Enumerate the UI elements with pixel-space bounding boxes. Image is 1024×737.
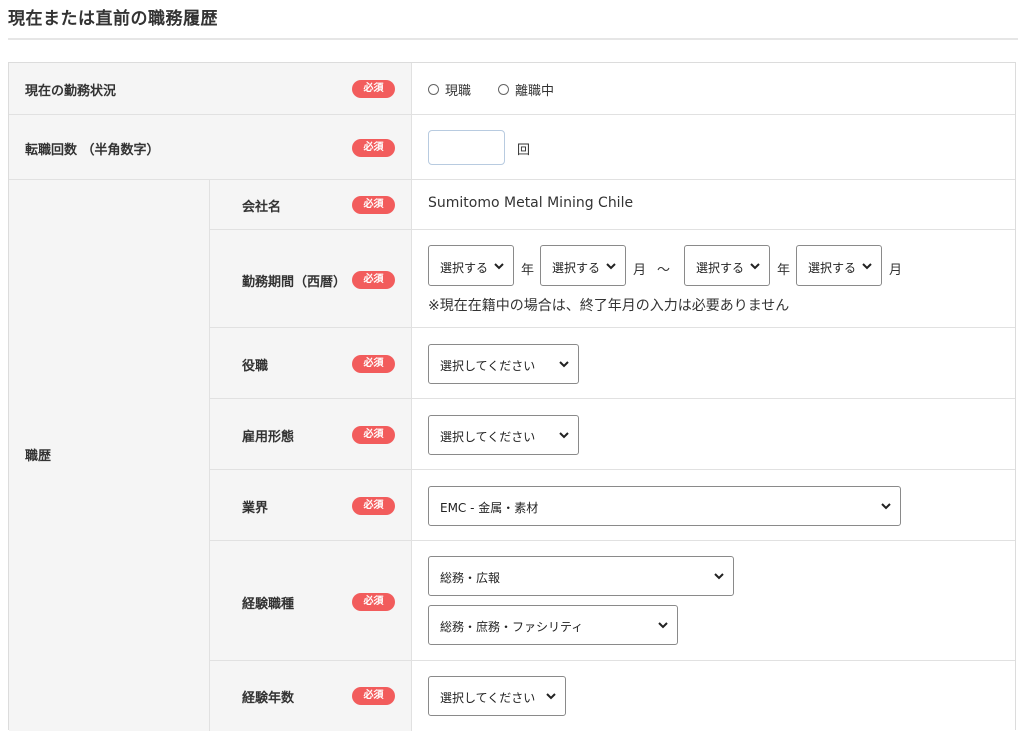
required-badge: 必須 <box>352 593 395 611</box>
career-form-table: 現在の勤務状況 必須 現職 離職中 転職回数 （半角数字） 必須 回 職歴 会社… <box>8 62 1016 731</box>
chevron-down-icon <box>546 693 556 700</box>
industry-label: 業界 <box>242 501 269 516</box>
experience-years-value-cell: 選択してください <box>411 661 1015 731</box>
chevron-down-icon <box>881 503 891 510</box>
radio-unemployed[interactable] <box>498 84 509 95</box>
required-badge: 必須 <box>352 497 395 515</box>
job-type-secondary-select[interactable]: 総務・庶務・ファシリティ <box>428 605 678 645</box>
chevron-down-icon <box>606 263 616 270</box>
job-type-value-cell: 総務・広報 総務・庶務・ファシリティ <box>411 541 1015 661</box>
period-label-cell: 勤務期間（西暦） 必須 <box>210 230 411 328</box>
company-label: 会社名 <box>242 200 282 215</box>
job-type-label: 経験職種 <box>242 597 295 612</box>
job-changes-label-cell: 転職回数 （半角数字） 必須 <box>9 115 411 180</box>
employment-type-select[interactable]: 選択してください <box>428 415 579 455</box>
career-label-cell: 職歴 <box>9 180 209 731</box>
radio-current-job[interactable] <box>428 84 439 95</box>
chevron-down-icon <box>862 263 872 270</box>
industry-value-cell: EMC - 金属・素材 <box>411 470 1015 541</box>
period-value-cell: 選択する 年 選択する 月 〜 選択する 年 選択する 月 ※現在在籍中の場合は… <box>411 230 1015 328</box>
experience-years-label-cell: 経験年数 必須 <box>210 661 411 731</box>
chevron-down-icon <box>559 432 569 439</box>
year-unit: 年 <box>777 263 791 278</box>
period-note: ※現在在籍中の場合は、終了年月の入力は必要ありません <box>428 298 790 314</box>
required-badge: 必須 <box>352 355 395 373</box>
tilde-separator: 〜 <box>657 263 671 278</box>
chevron-down-icon <box>714 573 724 580</box>
position-label-cell: 役職 必須 <box>210 328 411 399</box>
job-changes-input[interactable] <box>428 130 505 165</box>
chevron-down-icon <box>750 263 760 270</box>
career-label: 職歴 <box>25 449 52 464</box>
chevron-down-icon <box>494 263 504 270</box>
end-month-select[interactable]: 選択する <box>796 245 882 286</box>
start-year-select[interactable]: 選択する <box>428 245 514 286</box>
company-label-cell: 会社名 必須 <box>210 180 411 230</box>
job-changes-value-cell: 回 <box>411 115 1015 180</box>
employment-status-label-cell: 現在の勤務状況 必須 <box>9 63 411 115</box>
radio-current-job-label[interactable]: 現職 <box>445 80 471 99</box>
job-changes-label: 転職回数 （半角数字） <box>25 143 160 158</box>
industry-select[interactable]: EMC - 金属・素材 <box>428 486 901 526</box>
chevron-down-icon <box>658 622 668 629</box>
start-month-select[interactable]: 選択する <box>540 245 626 286</box>
required-badge: 必須 <box>352 139 395 157</box>
column-divider <box>411 63 412 731</box>
required-badge: 必須 <box>352 687 395 705</box>
position-select[interactable]: 選択してください <box>428 344 579 384</box>
month-unit: 月 <box>633 263 647 278</box>
job-type-label-cell: 経験職種 必須 <box>210 541 411 661</box>
experience-years-select[interactable]: 選択してください <box>428 676 566 716</box>
required-badge: 必須 <box>352 426 395 444</box>
required-badge: 必須 <box>352 80 395 98</box>
job-changes-unit: 回 <box>517 143 531 158</box>
chevron-down-icon <box>559 361 569 368</box>
employment-status-value-cell: 現職 離職中 <box>411 63 1015 115</box>
title-divider <box>8 38 1018 40</box>
month-unit: 月 <box>889 263 903 278</box>
year-unit: 年 <box>521 263 535 278</box>
experience-years-label: 経験年数 <box>242 691 295 706</box>
position-value-cell: 選択してください <box>411 328 1015 399</box>
job-type-primary-select[interactable]: 総務・広報 <box>428 556 734 596</box>
radio-unemployed-label[interactable]: 離職中 <box>515 80 554 99</box>
employment-status-label: 現在の勤務状況 <box>25 84 117 99</box>
employment-type-label: 雇用形態 <box>242 430 295 445</box>
period-label: 勤務期間（西暦） <box>242 275 347 290</box>
required-badge: 必須 <box>352 196 395 214</box>
company-name-value: Sumitomo Metal Mining Chile <box>428 195 634 211</box>
position-label: 役職 <box>242 359 269 374</box>
required-badge: 必須 <box>352 271 395 289</box>
section-title: 現在または直前の職務履歴 <box>8 9 218 29</box>
employment-type-value-cell: 選択してください <box>411 399 1015 470</box>
employment-type-label-cell: 雇用形態 必須 <box>210 399 411 470</box>
end-year-select[interactable]: 選択する <box>684 245 770 286</box>
company-value-cell: Sumitomo Metal Mining Chile <box>411 180 1015 230</box>
industry-label-cell: 業界 必須 <box>210 470 411 541</box>
